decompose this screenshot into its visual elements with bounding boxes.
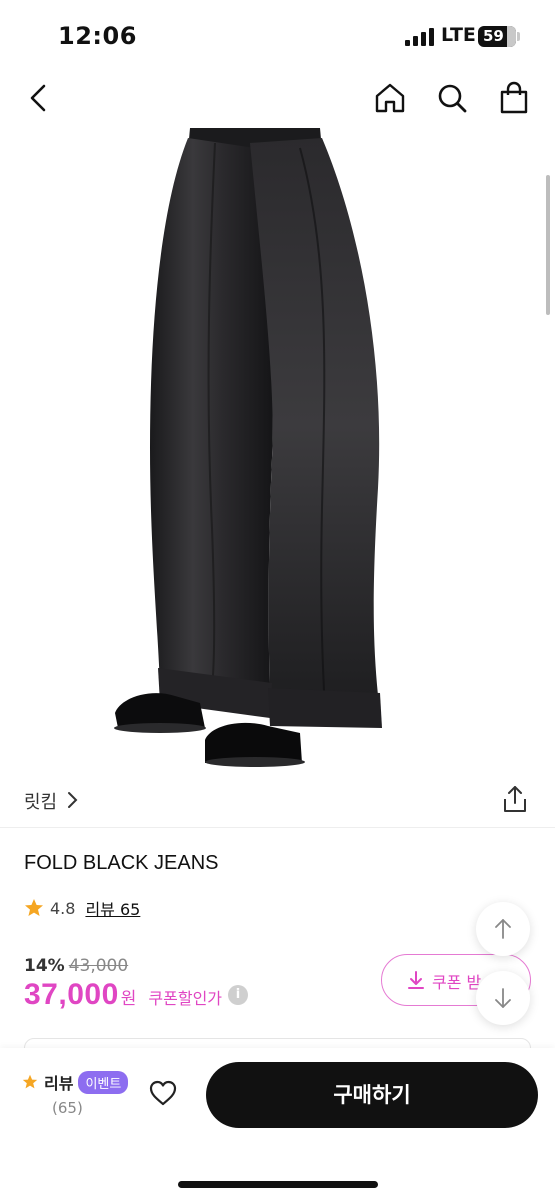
battery-nub — [517, 32, 520, 41]
search-icon[interactable] — [434, 80, 470, 116]
review-count: (65) — [52, 1099, 83, 1117]
brand-name[interactable]: 릿킴 — [24, 788, 57, 814]
bottom-purchase-bar: 리뷰 이벤트 (65) 구매하기 — [0, 1048, 555, 1200]
sale-price: 37,000 — [24, 978, 119, 1011]
buy-button[interactable]: 구매하기 — [206, 1062, 538, 1128]
signal-icon — [405, 28, 435, 46]
coupon-price-label: 쿠폰할인가 — [148, 989, 223, 1008]
coupon-button-label: 쿠폰 받 — [432, 973, 482, 992]
currency-label: 원 — [120, 989, 137, 1009]
share-icon[interactable] — [500, 784, 530, 814]
rating-row: 4.8 리뷰 65 — [24, 896, 140, 920]
rating-value: 4.8 — [50, 898, 76, 918]
discount-rate: 14% — [24, 956, 65, 976]
review-label: 리뷰 — [44, 1074, 74, 1093]
home-indicator — [178, 1181, 378, 1188]
scroll-up-button[interactable] — [476, 902, 530, 956]
top-navigation — [0, 72, 555, 128]
star-icon — [25, 899, 43, 916]
back-icon[interactable] — [22, 80, 58, 116]
product-title: FOLD BLACK JEANS — [24, 852, 219, 874]
network-label: LTE — [441, 24, 476, 46]
arrow-up-icon — [495, 919, 511, 939]
review-summary[interactable]: 리뷰 이벤트 — [22, 1070, 129, 1094]
black-wide-jeans-photo — [114, 128, 382, 767]
home-icon[interactable] — [372, 80, 408, 116]
original-price: 43,000 — [68, 956, 129, 976]
scroll-indicator[interactable] — [546, 175, 550, 315]
battery-icon: 59 — [478, 26, 516, 47]
review-link[interactable]: 리뷰 65 — [85, 896, 140, 920]
battery-level: 59 — [483, 27, 504, 45]
heart-icon[interactable] — [147, 1077, 179, 1109]
scroll-down-button[interactable] — [476, 971, 530, 1025]
discount-row: 14% 43,000 — [24, 956, 128, 976]
download-icon — [408, 971, 424, 989]
price-row: 37,000 원 쿠폰할인가 i — [24, 978, 249, 1012]
arrow-down-icon — [495, 988, 511, 1008]
status-time: 12:06 — [58, 22, 137, 50]
shopping-bag-icon[interactable] — [496, 80, 532, 116]
product-image[interactable] — [0, 128, 555, 768]
status-bar: 12:06 LTE 59 — [0, 0, 555, 72]
chevron-right-icon — [68, 792, 78, 808]
brand-row[interactable]: 릿킴 — [0, 772, 555, 828]
event-badge: 이벤트 — [78, 1070, 129, 1094]
info-icon[interactable]: i — [228, 985, 249, 1005]
star-icon — [22, 1074, 38, 1089]
